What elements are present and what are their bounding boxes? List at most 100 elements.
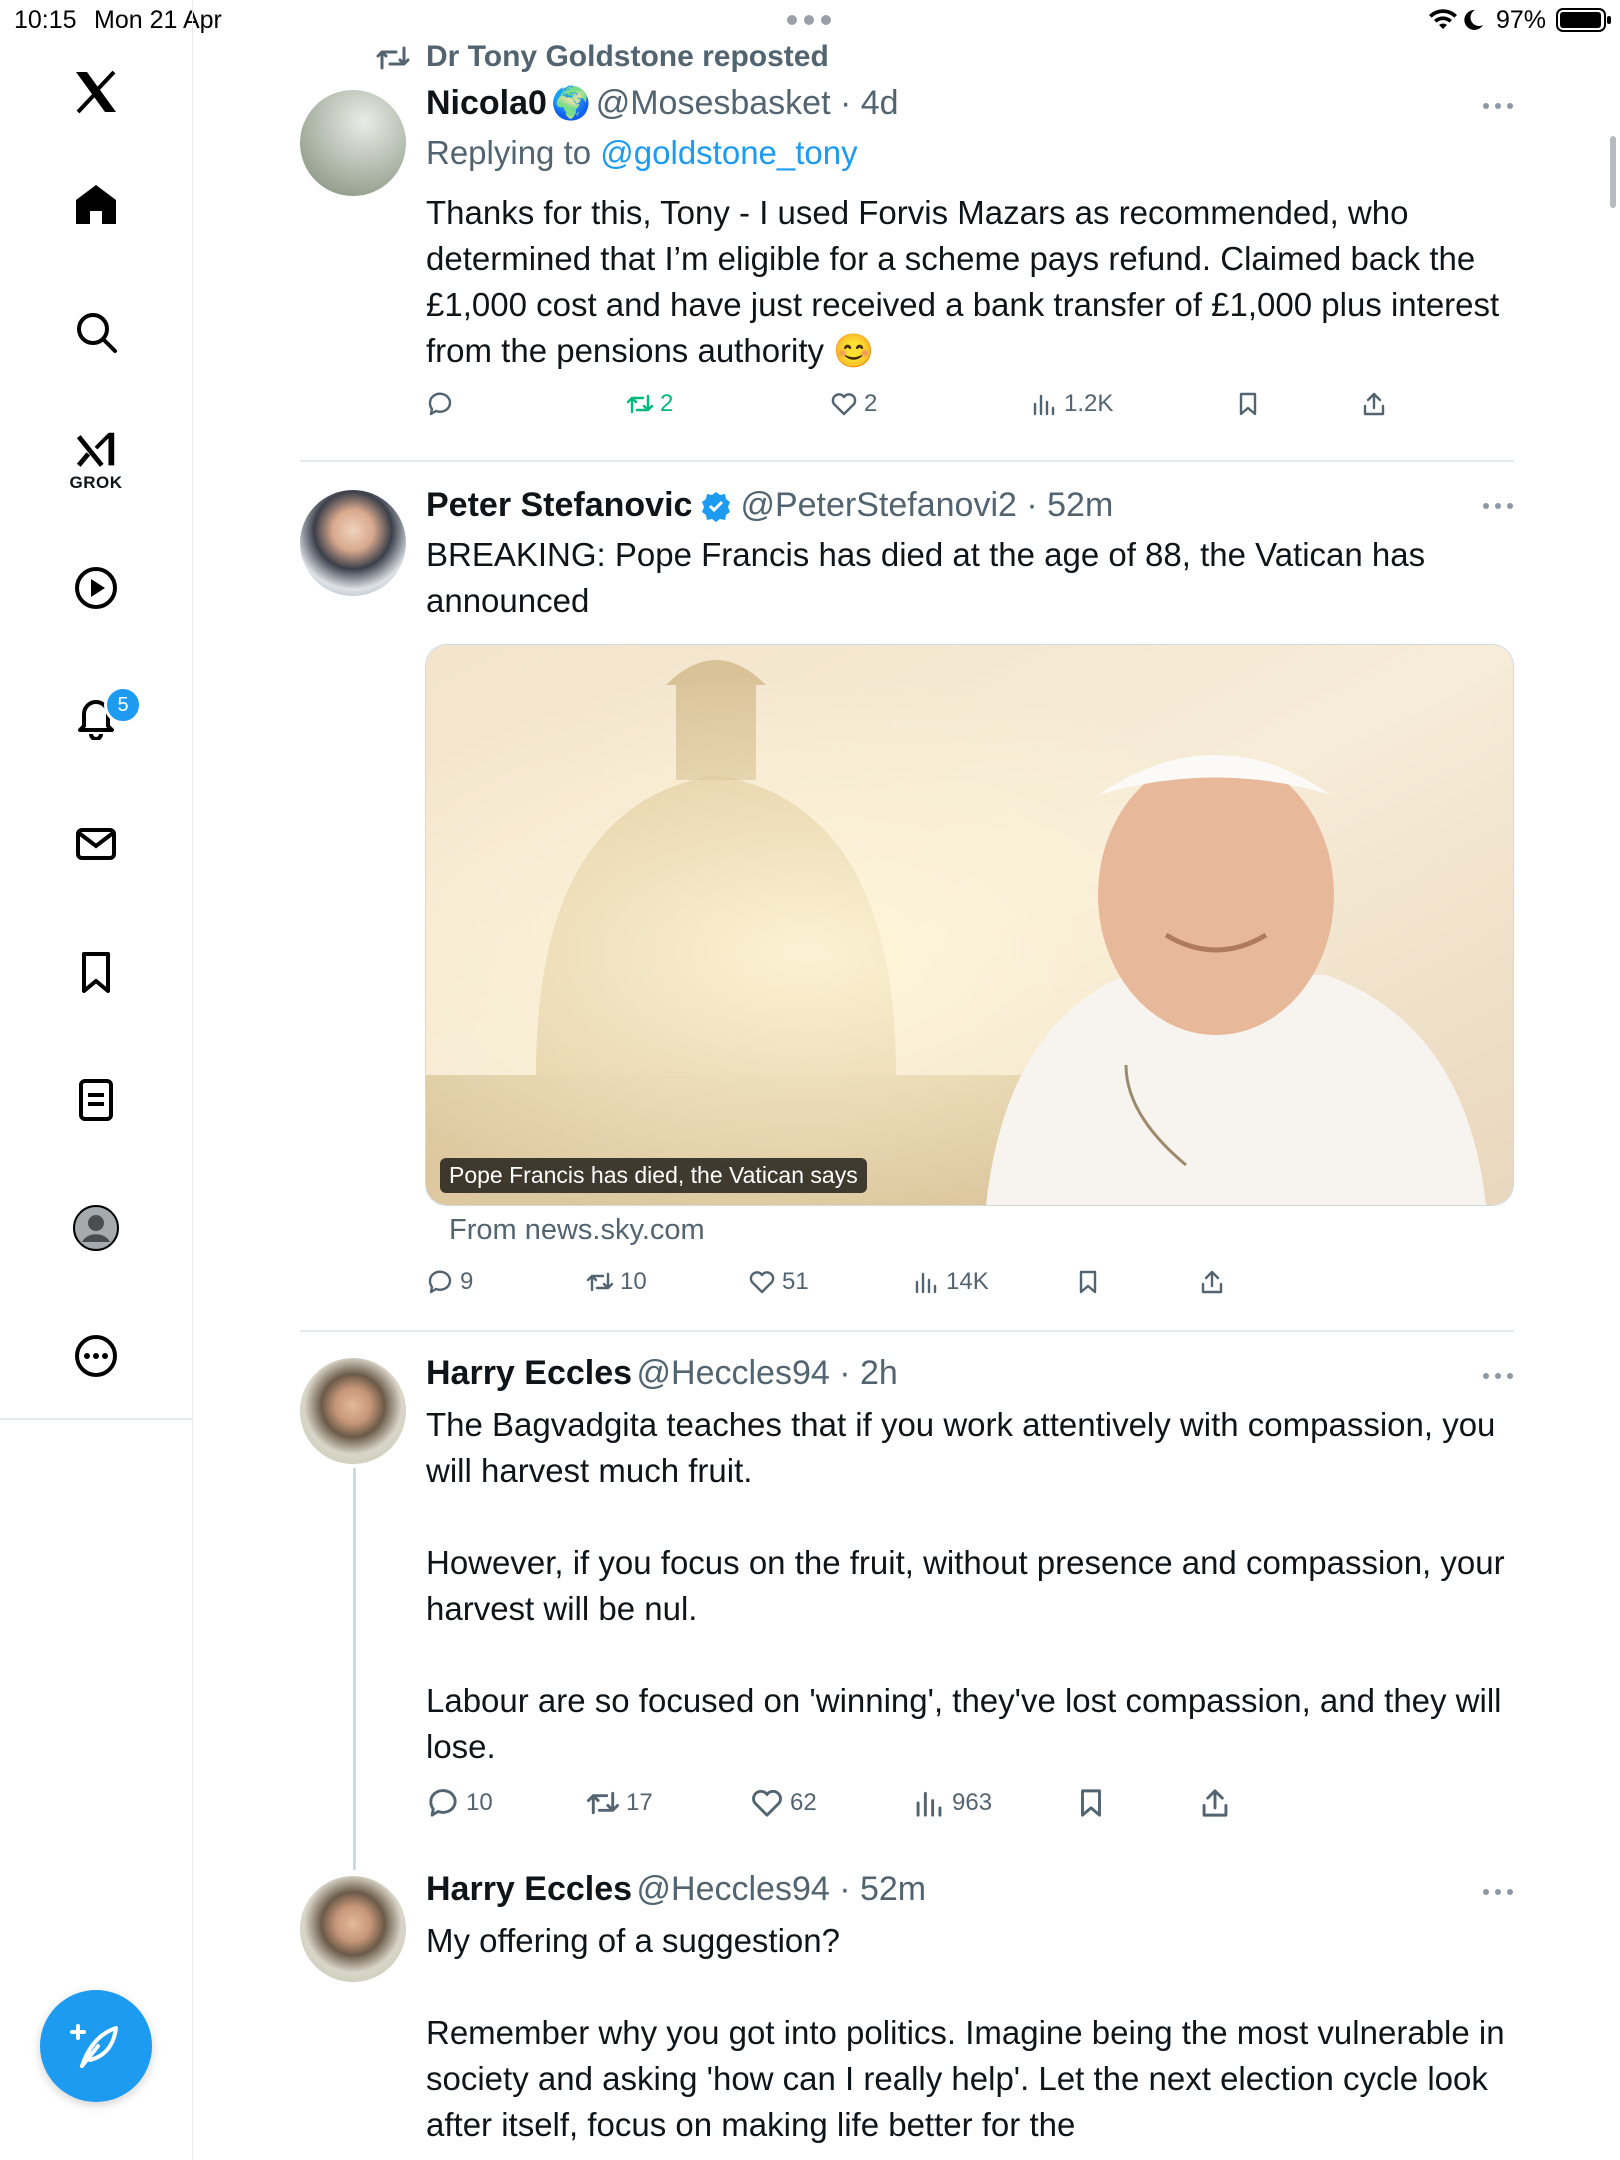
home-icon[interactable]: [62, 170, 130, 238]
share-button[interactable]: [1198, 1786, 1232, 1820]
scrollbar[interactable]: [1610, 136, 1616, 208]
reply-count: 10: [466, 1789, 493, 1816]
repost-button[interactable]: 10: [586, 1268, 647, 1296]
multitasking-dots-icon[interactable]: [786, 14, 832, 26]
post-divider: [300, 460, 1514, 462]
post-header: Harry Eccles @Heccles94 · 2h: [426, 1354, 898, 1392]
repost-button[interactable]: 2: [626, 390, 673, 418]
compose-post-button[interactable]: [40, 1990, 152, 2102]
reply-button[interactable]: 9: [426, 1268, 473, 1296]
bookmarks-icon[interactable]: [62, 938, 130, 1006]
view-count: 963: [952, 1789, 993, 1816]
notification-badge: 5: [104, 686, 142, 724]
bookmark-icon: [1081, 1789, 1101, 1817]
heart-icon: [749, 1271, 775, 1294]
repost-icon: [586, 1791, 620, 1815]
like-button[interactable]: 2: [830, 390, 877, 418]
views-button[interactable]: 1.2K: [1030, 390, 1113, 418]
views-button[interactable]: 963: [912, 1786, 992, 1820]
lists-icon[interactable]: [62, 1066, 130, 1134]
x-logo-icon[interactable]: [62, 58, 130, 126]
repost-icon: [586, 1272, 614, 1292]
moon-icon: [1464, 9, 1483, 30]
share-icon: [1363, 392, 1385, 416]
thread-connector-line: [353, 1468, 356, 1870]
post-actions: 9 10 51 14K: [426, 1268, 1426, 1308]
sidebar-nav: GROK 5: [0, 0, 193, 2160]
battery-percent: 97%: [1496, 6, 1547, 34]
post-text-paragraph: My offering of a suggestion?: [426, 1922, 840, 1959]
globe-emoji: 🌍: [551, 85, 592, 121]
grok-icon[interactable]: GROK: [62, 420, 130, 500]
bookmark-button[interactable]: [1074, 1268, 1102, 1296]
share-icon: [1201, 1270, 1223, 1294]
author-handle[interactable]: @Heccles94: [637, 1870, 830, 1908]
repost-count: 10: [620, 1268, 647, 1295]
grok-label: GROK: [69, 473, 123, 492]
heart-icon: [752, 1789, 782, 1817]
repost-icon: [626, 394, 654, 414]
profile-avatar-icon[interactable]: [62, 1194, 130, 1262]
heart-icon: [831, 393, 857, 416]
compose-feather-icon: [70, 2024, 118, 2068]
post-header: Nicola0 🌍 @Mosesbasket · 4d: [426, 84, 899, 122]
like-button[interactable]: 51: [748, 1268, 809, 1296]
views-chart-icon: [915, 1272, 937, 1294]
post-time: 2h: [859, 1354, 898, 1392]
search-icon[interactable]: [62, 298, 130, 366]
author-name[interactable]: Nicola0: [426, 84, 547, 122]
reply-icon: [429, 1789, 457, 1817]
more-options-icon[interactable]: [1482, 102, 1514, 110]
author-handle[interactable]: @Mosesbasket: [596, 84, 831, 122]
replying-to: Replying to @goldstone_tony: [426, 134, 858, 172]
like-button[interactable]: 62: [750, 1786, 817, 1820]
reply-button[interactable]: 10: [426, 1786, 493, 1820]
avatar[interactable]: [300, 1876, 406, 1982]
reply-icon: [428, 392, 452, 416]
video-play-icon[interactable]: [62, 554, 130, 622]
post-text-paragraph: The Bagvadgita teaches that if you work …: [426, 1406, 1496, 1489]
post-time: 52m: [859, 1870, 927, 1908]
author-handle[interactable]: @PeterStefanovi2: [740, 486, 1016, 524]
more-options-icon[interactable]: [1482, 1888, 1514, 1896]
view-count: 14K: [946, 1268, 989, 1295]
author-name[interactable]: Harry Eccles: [426, 1870, 632, 1908]
replying-prefix: Replying to: [426, 134, 592, 171]
repost-button[interactable]: 17: [586, 1786, 653, 1820]
avatar[interactable]: [300, 90, 406, 196]
post-text-paragraph: However, if you focus on the fruit, with…: [426, 1544, 1505, 1627]
bookmark-button[interactable]: [1234, 390, 1262, 418]
wifi-icon: [1429, 9, 1457, 29]
post-actions: 2 2 1.2K: [426, 390, 1426, 430]
author-name[interactable]: Peter Stefanovic: [426, 486, 692, 525]
post-text: Thanks for this, Tony - I used Forvis Ma…: [426, 194, 1500, 369]
reply-button[interactable]: [426, 390, 460, 418]
reply-icon: [428, 1270, 452, 1294]
like-count: 62: [790, 1789, 817, 1816]
post-divider: [300, 1330, 1514, 1332]
author-name[interactable]: Harry Eccles: [426, 1354, 632, 1392]
link-card-image[interactable]: Pope Francis has died, the Vatican says: [425, 644, 1514, 1206]
reply-count: 9: [460, 1268, 474, 1295]
more-options-icon[interactable]: [1482, 1372, 1514, 1380]
share-button[interactable]: [1360, 390, 1388, 418]
bookmark-button[interactable]: [1074, 1786, 1108, 1820]
share-icon: [1202, 1789, 1228, 1817]
avatar[interactable]: [300, 1358, 406, 1464]
more-options-icon[interactable]: [1482, 502, 1514, 510]
reply-mention-link[interactable]: @goldstone_tony: [600, 134, 857, 171]
repost-count: 2: [660, 390, 674, 417]
messages-envelope-icon[interactable]: [62, 810, 130, 878]
battery-icon: [1556, 8, 1611, 32]
more-options-icon[interactable]: [62, 1322, 130, 1390]
card-caption: Pope Francis has died, the Vatican says: [440, 1158, 867, 1193]
avatar[interactable]: [300, 490, 406, 596]
bookmark-icon: [1079, 1270, 1097, 1294]
author-handle[interactable]: @Heccles94: [637, 1354, 830, 1392]
share-button[interactable]: [1198, 1268, 1226, 1296]
repost-label[interactable]: Dr Tony Goldstone reposted: [426, 40, 829, 74]
views-button[interactable]: 14K: [912, 1268, 989, 1296]
views-chart-icon: [916, 1791, 942, 1817]
card-source[interactable]: From news.sky.com: [449, 1214, 705, 1247]
post-actions: 10 17 62 963: [426, 1786, 1426, 1826]
